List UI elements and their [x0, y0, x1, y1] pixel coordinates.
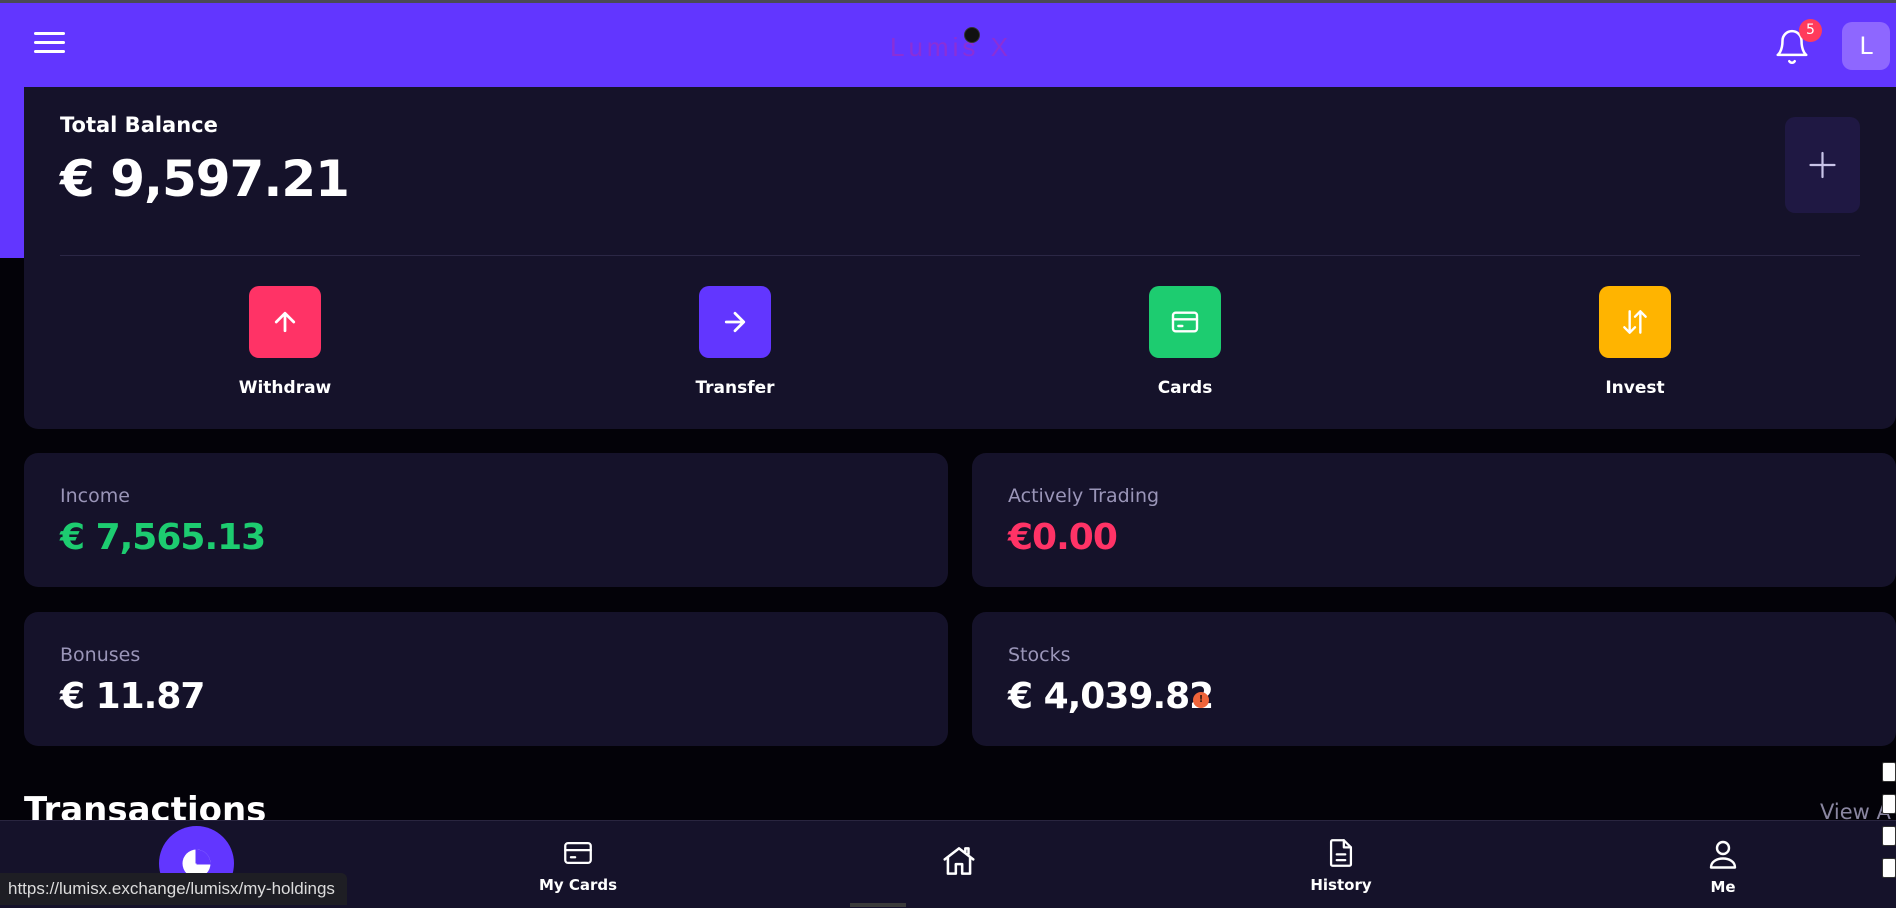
status-url: https://lumisx.exchange/lumisx/my-holdin…	[0, 873, 347, 905]
cards-button[interactable]: Cards	[1085, 286, 1285, 398]
bonuses-title: Bonuses	[60, 644, 141, 666]
transfer-button[interactable]: Transfer	[635, 286, 835, 398]
nav-home[interactable]	[899, 842, 1019, 884]
cards-tile	[1149, 286, 1221, 358]
stocks-value: € 4,039.82	[1008, 676, 1214, 717]
card-icon	[1171, 311, 1199, 333]
add-funds-button[interactable]	[1785, 117, 1860, 213]
stocks-card: Stocks € 4,039.82	[972, 612, 1896, 746]
arrow-right-icon	[724, 311, 746, 333]
avatar[interactable]: L	[1842, 22, 1890, 70]
income-value: € 7,565.13	[60, 517, 266, 558]
home-icon	[943, 847, 975, 875]
app-logo: Lumis X	[890, 32, 1012, 62]
arrow-up-icon	[274, 311, 296, 333]
income-title: Income	[60, 485, 130, 507]
bonuses-card: Bonuses € 11.87	[24, 612, 948, 746]
invest-tile	[1599, 286, 1671, 358]
income-card: Income € 7,565.13	[24, 453, 948, 587]
document-icon	[1329, 839, 1353, 867]
trading-title: Actively Trading	[1008, 485, 1160, 507]
transfer-tile	[699, 286, 771, 358]
card-icon	[564, 841, 592, 865]
withdraw-label: Withdraw	[238, 378, 332, 398]
balance-title: Total Balance	[60, 113, 218, 137]
info-icon[interactable]: !	[1193, 692, 1209, 708]
nav-history-label: History	[1310, 876, 1372, 894]
arrows-up-down-icon	[1623, 310, 1647, 334]
bonuses-value: € 11.87	[60, 676, 205, 717]
invest-button[interactable]: Invest	[1535, 286, 1735, 398]
withdraw-tile	[249, 286, 321, 358]
invest-label: Invest	[1605, 378, 1665, 398]
stocks-title: Stocks	[1008, 644, 1071, 666]
balance-amount: € 9,597.21	[60, 150, 350, 208]
cards-label: Cards	[1157, 378, 1213, 398]
nav-me[interactable]: Me	[1663, 836, 1783, 896]
scroll-indicator	[850, 903, 906, 907]
menu-icon[interactable]	[34, 32, 65, 56]
nav-my-cards-label: My Cards	[538, 876, 618, 894]
side-widget[interactable]	[1882, 762, 1896, 907]
notification-badge: 5	[1799, 19, 1822, 42]
nav-my-cards[interactable]: My Cards	[518, 836, 638, 894]
plus-icon	[1809, 151, 1836, 179]
nav-me-label: Me	[1710, 878, 1736, 896]
logo-dot-icon	[964, 27, 980, 43]
user-icon	[1709, 840, 1737, 869]
trading-card: Actively Trading €0.00	[972, 453, 1896, 587]
withdraw-button[interactable]: Withdraw	[185, 286, 385, 398]
transfer-label: Transfer	[695, 378, 775, 398]
balance-divider	[60, 255, 1860, 256]
trading-value: €0.00	[1008, 517, 1118, 558]
nav-history[interactable]: History	[1281, 836, 1401, 894]
